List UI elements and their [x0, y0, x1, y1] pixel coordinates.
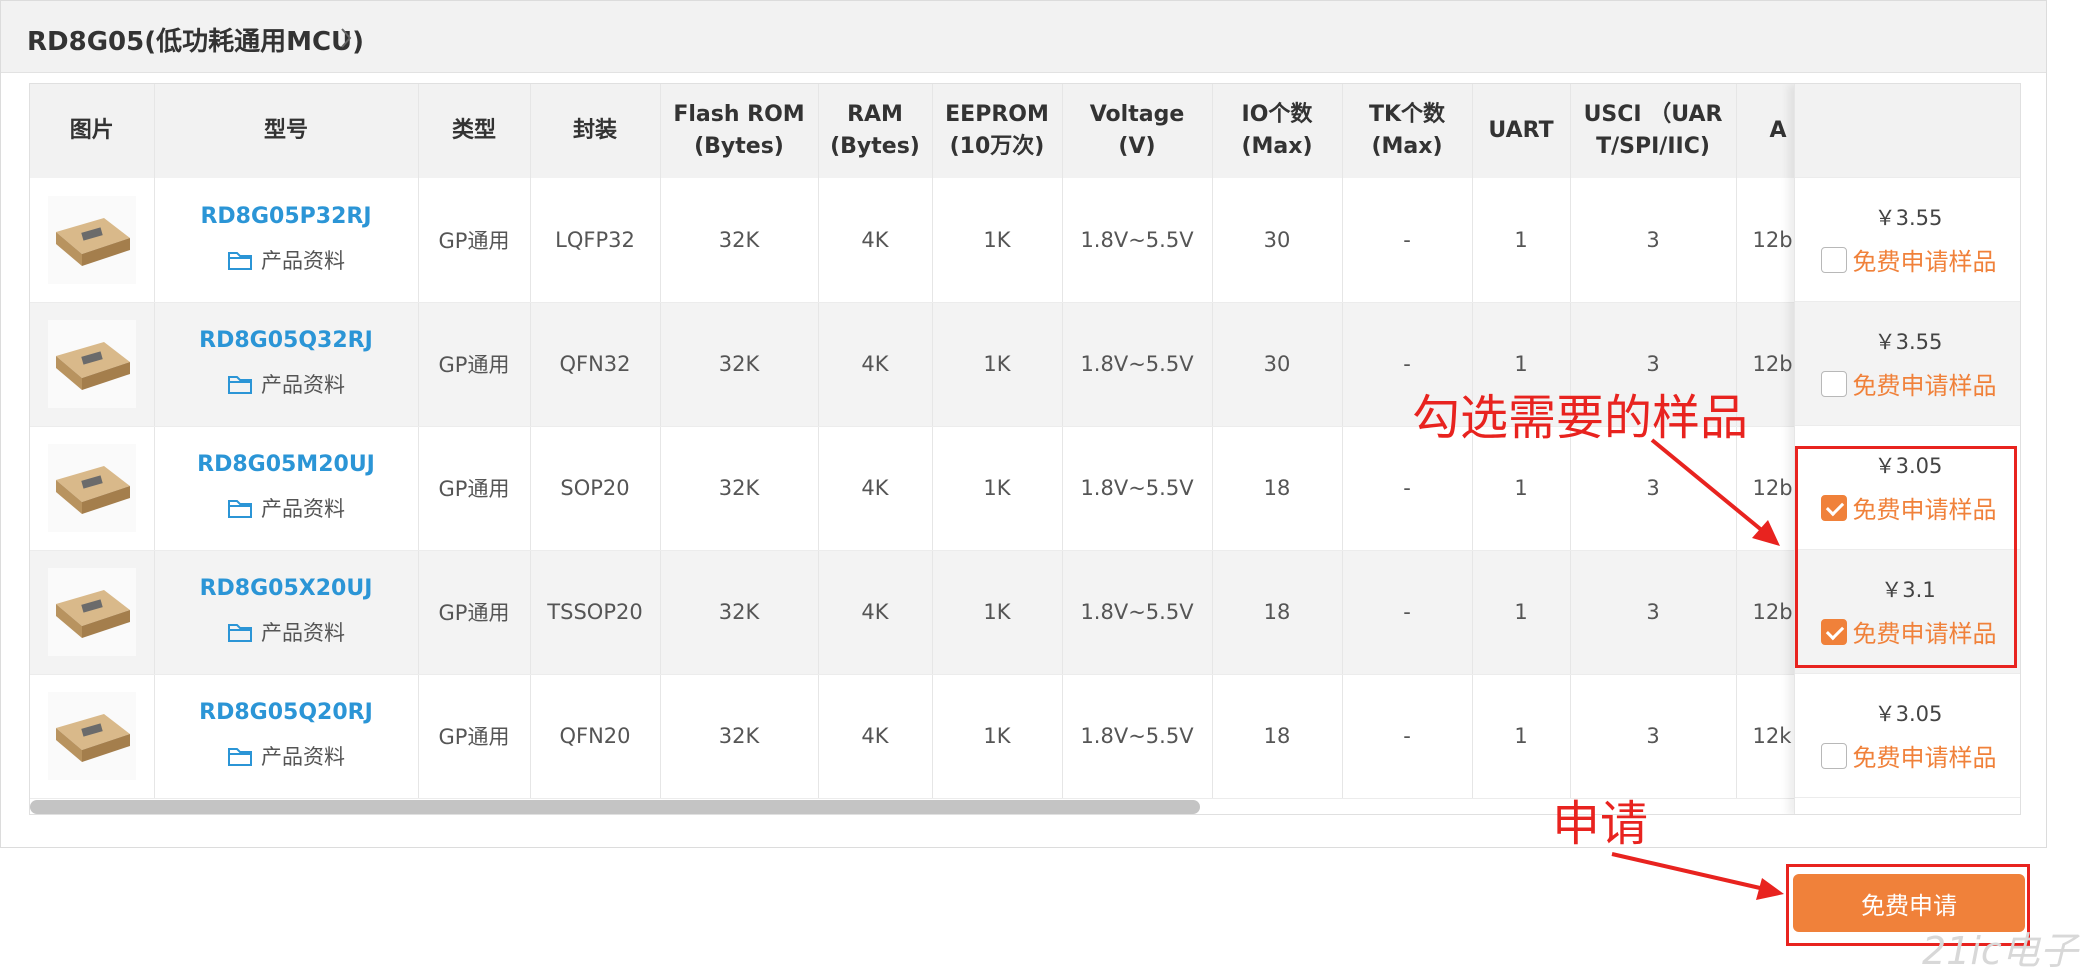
watermark: 21ic电子网	[1922, 929, 2080, 973]
apply-arrowhead	[1756, 878, 1784, 900]
apply-arrow-line	[1611, 852, 1761, 890]
select-arrow-line	[1650, 438, 1766, 534]
annotation-arrows	[1611, 438, 1784, 900]
